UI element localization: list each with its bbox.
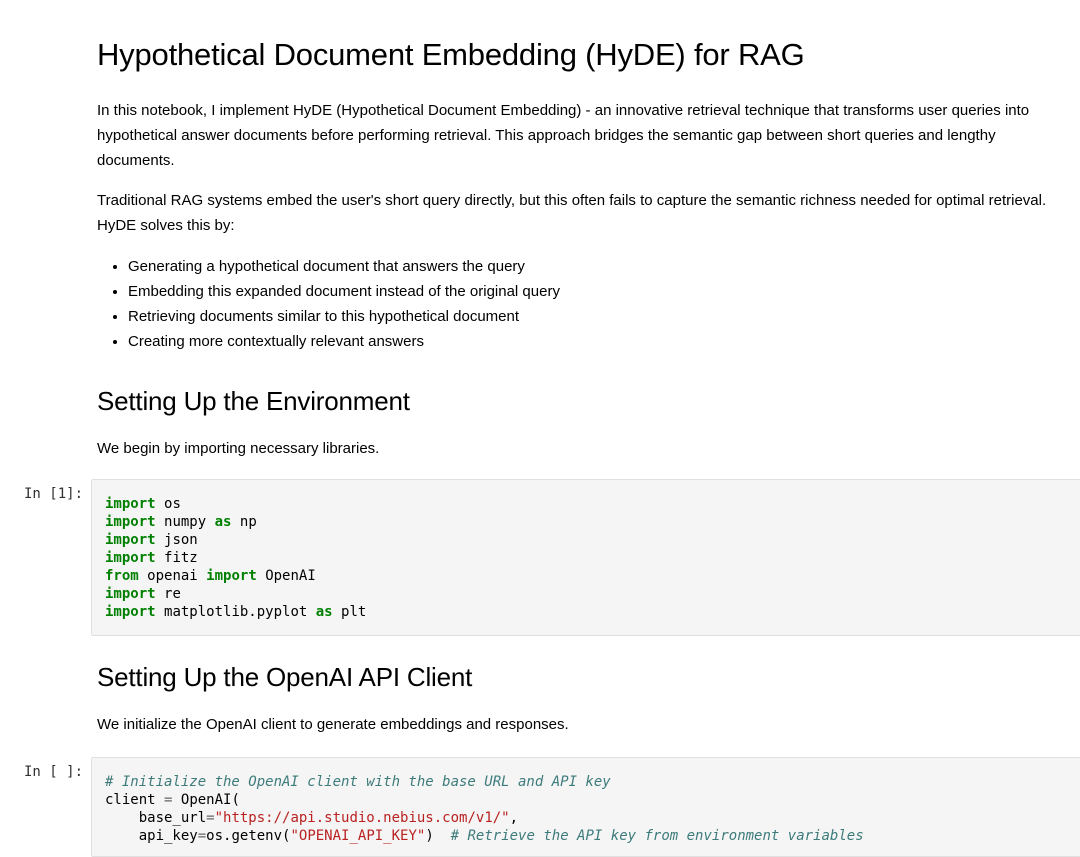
code-line: from openai import OpenAI bbox=[105, 568, 316, 584]
code-editor[interactable]: # Initialize the OpenAI client with the … bbox=[105, 773, 864, 845]
code-line: import numpy as np bbox=[105, 514, 257, 530]
code-line: import re bbox=[105, 586, 181, 602]
cell-prompt: In [ ]: bbox=[24, 764, 84, 780]
cell-prompt: In [1]: bbox=[24, 486, 84, 502]
code-line: import fitz bbox=[105, 550, 198, 566]
list-item: Creating more contextually relevant answ… bbox=[128, 329, 560, 354]
section-heading-openai-client: Setting Up the OpenAI API Client bbox=[97, 662, 473, 692]
intro-paragraph-2: Traditional RAG systems embed the user's… bbox=[97, 192, 1047, 234]
code-line: import matplotlib.pyplot as plt bbox=[105, 604, 367, 620]
code-cell-imports[interactable]: import os import numpy as np import json im… bbox=[91, 479, 1080, 636]
list-item: Retrieving documents similar to this hyp… bbox=[128, 304, 560, 329]
notebook-title: Hypothetical Document Embedding (HyDE) f… bbox=[97, 37, 805, 72]
code-line: api_key=os.getenv("OPENAI_API_KEY") # Re… bbox=[138, 828, 864, 844]
code-editor[interactable]: import os import numpy as np import json im… bbox=[105, 495, 366, 621]
code-line: base_url="https://api.studio.nebius.com/… bbox=[138, 810, 519, 826]
code-cell-client[interactable]: # Initialize the OpenAI client with the … bbox=[91, 757, 1080, 857]
list-item: Generating a hypothetical document that … bbox=[128, 254, 560, 279]
list-item: Embedding this expanded document instead… bbox=[128, 279, 560, 304]
code-line: client = OpenAI( bbox=[105, 792, 240, 808]
code-line: import json bbox=[105, 532, 198, 548]
section-text-openai-client: We initialize the OpenAI client to gener… bbox=[97, 716, 569, 733]
intro-paragraph-1: In this notebook, I implement HyDE (Hypo… bbox=[97, 102, 1030, 169]
code-line: # Initialize the OpenAI client with the … bbox=[105, 774, 611, 790]
code-line: import os bbox=[105, 496, 181, 512]
section-text-environment: We begin by importing necessary librarie… bbox=[97, 440, 380, 457]
section-heading-environment: Setting Up the Environment bbox=[97, 386, 410, 416]
hyde-steps-list: Generating a hypothetical document that … bbox=[97, 254, 560, 354]
